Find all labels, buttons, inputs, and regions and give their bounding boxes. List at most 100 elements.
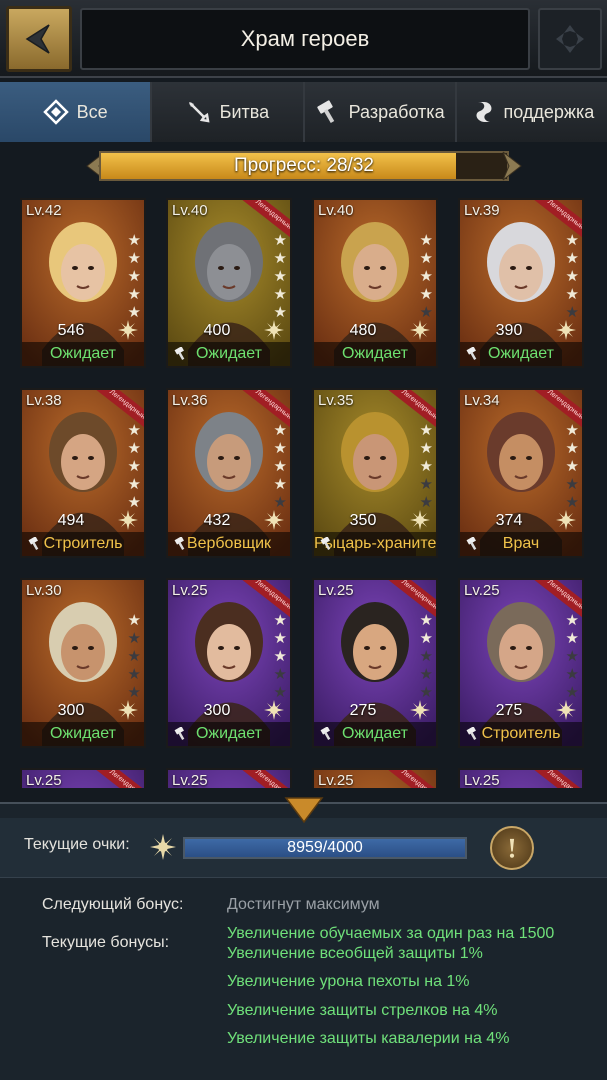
star-icon: ★ (127, 422, 141, 439)
star-icon: ★ (419, 476, 433, 493)
tab-all-label: Все (76, 101, 108, 122)
sunburst-icon (410, 700, 430, 720)
sunburst-icon (264, 510, 284, 530)
hero-card[interactable]: Lv.36 Легендарный ★ ★ ★ ★ ★ 432 Вербовщик (166, 388, 292, 558)
hero-power: 374 (495, 512, 523, 529)
star-icon: ★ (419, 684, 433, 701)
hero-level: Lv.42 (26, 202, 62, 219)
hero-power: 275 (495, 702, 523, 719)
back-arrow-icon (25, 24, 50, 54)
tab-bar: Все Битва Разработка поддержка (0, 82, 607, 142)
scroll-icon (470, 99, 496, 125)
star-icon: ★ (273, 440, 287, 457)
star-icon: ★ (273, 666, 287, 683)
star-icon: ★ (419, 268, 433, 285)
star-icon: ★ (273, 648, 287, 665)
hero-card[interactable]: Lv.25 Легендарный ★ ★ ★ ★ ★ 275 Ожидает (312, 578, 438, 748)
hero-level: Lv.30 (26, 582, 62, 599)
star-rating: ★ ★ ★ ★ ★ (566, 232, 579, 321)
hero-status: Ожидает (314, 342, 436, 366)
tab-support[interactable]: поддержка (456, 82, 607, 142)
hammer-icon (174, 727, 185, 740)
star-icon: ★ (273, 494, 287, 511)
star-icon: ★ (565, 268, 579, 285)
hero-level: Lv.25 (172, 582, 208, 599)
hero-card[interactable]: Lv.42 ★ ★ ★ ★ ★ 546 Ожидает (20, 198, 146, 368)
hero-card[interactable]: Lv.25 Легендарный (458, 768, 584, 788)
hammer-icon (466, 537, 477, 550)
star-rating: ★ ★ ★ ★ ★ (128, 422, 141, 511)
sunburst-icon (264, 700, 284, 720)
tab-support-label: поддержка (503, 101, 595, 122)
star-icon: ★ (127, 612, 141, 629)
star-icon: ★ (419, 232, 433, 249)
star-icon: ★ (565, 250, 579, 267)
hero-level: Lv.25 (318, 772, 354, 788)
hero-level: Lv.25 (26, 772, 62, 788)
hero-card[interactable]: Lv.25 Легендарный (166, 768, 292, 788)
hero-card[interactable]: Lv.25 Легендарный ★ ★ ★ ★ ★ 275 Строитель (458, 578, 584, 748)
sunburst-icon (118, 510, 138, 530)
star-icon: ★ (565, 286, 579, 303)
star-rating: ★ ★ ★ ★ ★ (566, 422, 579, 511)
star-icon: ★ (565, 612, 579, 629)
hero-level: Lv.25 (318, 582, 354, 599)
hero-card[interactable]: Lv.38 Легендарный ★ ★ ★ ★ ★ 494 Строитель (20, 388, 146, 558)
star-rating: ★ ★ ★ ★ ★ (420, 612, 433, 701)
star-rating: ★ ★ ★ ★ ★ (128, 612, 141, 701)
tab-battle[interactable]: Битва (152, 82, 305, 142)
hero-card[interactable]: Lv.35Легендарный★★★★★350Рыцарь-хранитель (312, 388, 438, 558)
star-icon: ★ (565, 666, 579, 683)
hero-power: 494 (57, 512, 85, 529)
star-icon: ★ (565, 684, 579, 701)
star-icon: ★ (565, 494, 579, 511)
star-icon: ★ (419, 458, 433, 475)
star-rating: ★ ★ ★ ★ ★ (420, 232, 433, 321)
star-icon: ★ (127, 250, 141, 267)
back-button[interactable] (6, 6, 72, 72)
star-icon: ★ (565, 458, 579, 475)
hero-card[interactable]: Lv.25 Легендарный ★ ★ ★ ★ ★ 300 Ожидает (166, 578, 292, 748)
hammer-icon (320, 727, 331, 740)
star-icon: ★ (127, 630, 141, 647)
arrow-right-icon (502, 151, 522, 181)
tab-all[interactable]: Все (0, 82, 153, 142)
bonus-list: Увеличение обучаемых за один раз на 1500… (227, 924, 587, 1058)
star-icon: ★ (419, 250, 433, 267)
hero-card[interactable]: Lv.30 ★ ★ ★ ★ ★ 300 Ожидает (20, 578, 146, 748)
star-icon: ★ (565, 648, 579, 665)
points-value: 8959/4000 (287, 839, 363, 856)
hero-card[interactable]: Lv.40 ★ ★ ★ ★ ★ 480 Ожидает (312, 198, 438, 368)
sunburst-icon (556, 320, 576, 340)
hero-level: Lv.40 (318, 202, 354, 219)
star-icon: ★ (273, 630, 287, 647)
star-rating: ★ ★ ★ ★ ★ (274, 232, 287, 321)
collapse-arrow-icon[interactable] (284, 796, 324, 824)
star-icon: ★ (127, 304, 141, 321)
sunburst-icon (118, 320, 138, 340)
star-rating: ★ ★ ★ ★ ★ (128, 232, 141, 321)
hero-card[interactable]: Lv.25 Легендарный (312, 768, 438, 788)
hero-power: 300 (203, 702, 231, 719)
hero-card[interactable]: Lv.34 Легендарный ★ ★ ★ ★ ★ 374 Врач (458, 388, 584, 558)
hero-card[interactable]: Lv.39 Легендарный ★ ★ ★ ★ ★ 390 Ожидает (458, 198, 584, 368)
tab-development[interactable]: Разработка (304, 82, 457, 142)
star-icon: ★ (419, 304, 433, 321)
star-icon: ★ (127, 648, 141, 665)
star-icon: ★ (127, 684, 141, 701)
progress-label: Прогресс: 28/32 (234, 155, 374, 176)
next-bonus-label: Следующий бонус: (42, 896, 184, 913)
star-rating: ★ ★ ★ ★ ★ (274, 612, 287, 701)
sunburst-icon (410, 510, 430, 530)
star-icon: ★ (419, 666, 433, 683)
hero-card[interactable]: Lv.25 Легендарный (20, 768, 146, 788)
sunburst-icon (410, 320, 430, 340)
star-icon: ★ (419, 440, 433, 457)
title-bar: Храм героев (80, 8, 530, 70)
hero-card[interactable]: Lv.40 Легендарный ★ ★ ★ ★ ★ 400 Ожидает (166, 198, 292, 368)
hero-power: 275 (349, 702, 377, 719)
tab-battle-label: Битва (219, 101, 270, 122)
star-icon: ★ (419, 630, 433, 647)
hero-level: Lv.34 (464, 392, 500, 409)
info-button[interactable] (490, 826, 534, 870)
